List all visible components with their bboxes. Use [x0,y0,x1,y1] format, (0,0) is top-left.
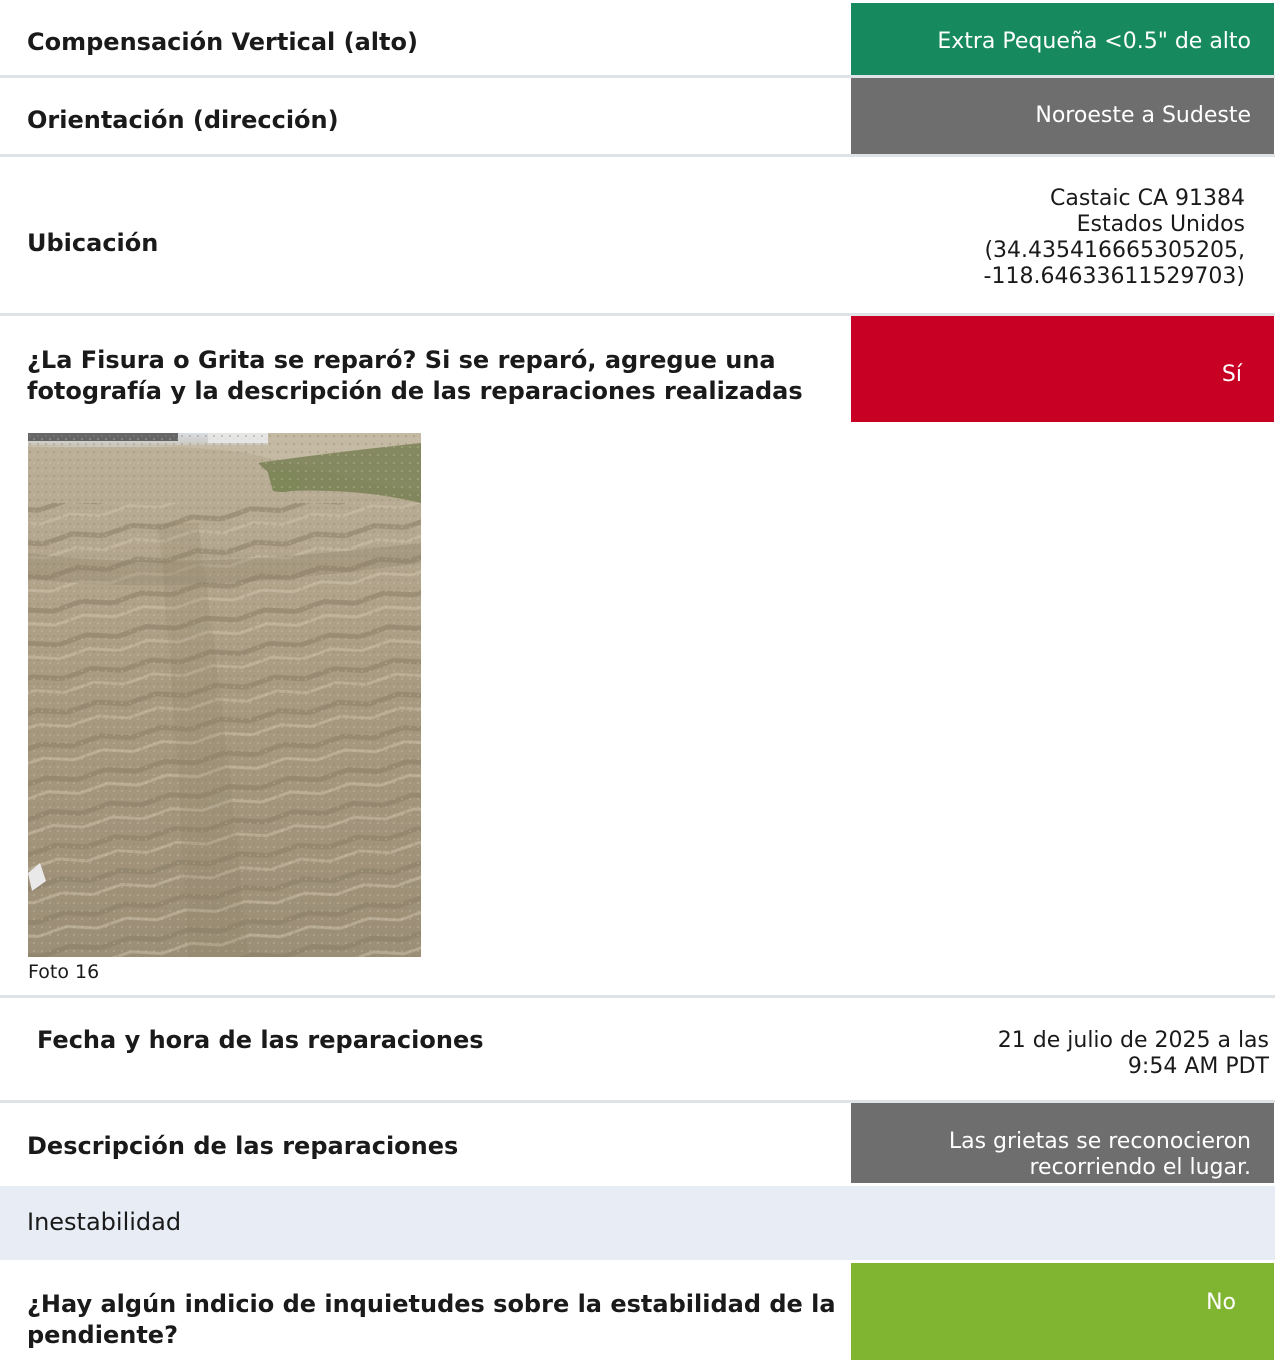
slope-stability-label-line: ¿Hay algún indicio de inquietudes sobre … [27,1290,836,1318]
location-label: Ubicación [27,229,159,257]
repair-photo[interactable] [28,433,421,957]
slope-stability-value: No [851,1263,1274,1360]
row-repair-description: Descripción de las reparaciones Las grie… [0,1103,1275,1186]
vertical-offset-label: Compensación Vertical (alto) [27,28,418,56]
section-title: Inestabilidad [27,1208,182,1236]
repair-description-value: Las grietas se reconocieron recorriendo … [851,1103,1274,1183]
row-location: Ubicación Castaic CA 91384 Estados Unido… [0,157,1275,313]
location-line: (34.435416665305205, [984,238,1245,263]
repair-datetime-line: 9:54 AM PDT [1127,1054,1269,1079]
location-line: -118.64633611529703) [983,264,1245,289]
repair-description-label: Descripción de las reparaciones [27,1132,459,1160]
repaired-value: Sí [851,316,1274,422]
orientation-value: Noroeste a Sudeste [851,78,1274,154]
slope-stability-label: ¿Hay algún indicio de inquietudes sobre … [27,1289,836,1351]
section-header-instability [0,1186,1275,1260]
orientation-value-text: Noroeste a Sudeste [1035,103,1251,128]
slope-stability-label-line: pendiente? [27,1321,178,1349]
orientation-label: Orientación (dirección) [27,106,339,134]
vertical-offset-value: Extra Pequeña <0.5" de alto [851,3,1274,75]
repair-description-line: recorriendo el lugar. [1029,1155,1251,1180]
repaired-label-line: fotografía y la descripción de las repar… [27,377,803,405]
location-value: Castaic CA 91384 Estados Unidos (34.4354… [984,186,1245,290]
row-repair-datetime: Fecha y hora de las reparaciones 21 de j… [0,998,1275,1100]
repair-description-line: Las grietas se reconocieron [948,1129,1251,1154]
slope-stability-value-text: No [1206,1290,1236,1315]
vertical-offset-value-text: Extra Pequeña <0.5" de alto [937,29,1251,54]
row-slope-stability: ¿Hay algún indicio de inquietudes sobre … [0,1260,1275,1360]
repair-photo-image [28,433,421,957]
repair-datetime-label: Fecha y hora de las reparaciones [37,1026,484,1054]
repaired-value-text: Sí [1221,362,1242,387]
location-line: Castaic CA 91384 [1049,186,1245,211]
repair-datetime-line: 21 de julio de 2025 a las [997,1028,1269,1053]
location-line: Estados Unidos [1076,212,1245,237]
photo-caption: Foto 16 [28,961,100,983]
repaired-label: ¿La Fisura o Grita se reparó? Si se repa… [27,345,803,407]
repaired-label-line: ¿La Fisura o Grita se reparó? Si se repa… [27,346,776,374]
row-vertical-offset: Compensación Vertical (alto) Extra Peque… [0,0,1275,75]
row-orientation: Orientación (dirección) Noroeste a Sudes… [0,78,1275,154]
repair-datetime-value: 21 de julio de 2025 a las 9:54 AM PDT [998,1028,1269,1080]
